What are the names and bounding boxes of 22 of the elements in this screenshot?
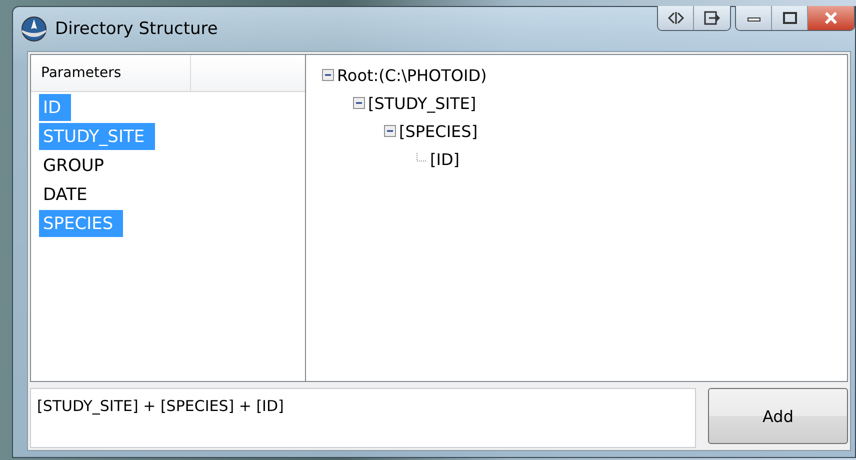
expression-field[interactable]: [STUDY_SITE] + [SPECIES] + [ID] [30,388,696,448]
close-icon [824,12,838,24]
parameter-item[interactable]: GROUP [39,152,108,179]
window-title: Directory Structure [55,19,219,39]
tree-node[interactable]: Root:(C:\PHOTOID) [337,66,487,84]
tree-node[interactable]: [ID] [430,150,460,168]
code-view-button[interactable] [658,6,694,30]
expander-icon[interactable] [384,125,396,137]
export-icon [704,11,720,25]
code-icon [668,12,684,24]
globe-icon [21,16,47,42]
close-button[interactable] [808,6,854,30]
tree-node[interactable]: [SPECIES] [399,122,478,140]
minimize-button[interactable] [736,6,772,30]
export-button[interactable] [694,6,730,30]
tree-node[interactable]: [STUDY_SITE] [368,94,476,112]
add-button[interactable]: Add [708,388,848,444]
maximize-icon [782,12,796,24]
expander-icon[interactable] [322,69,334,81]
expander-icon[interactable] [353,97,365,109]
maximize-button[interactable] [772,6,808,30]
parameter-item[interactable]: DATE [39,181,92,208]
